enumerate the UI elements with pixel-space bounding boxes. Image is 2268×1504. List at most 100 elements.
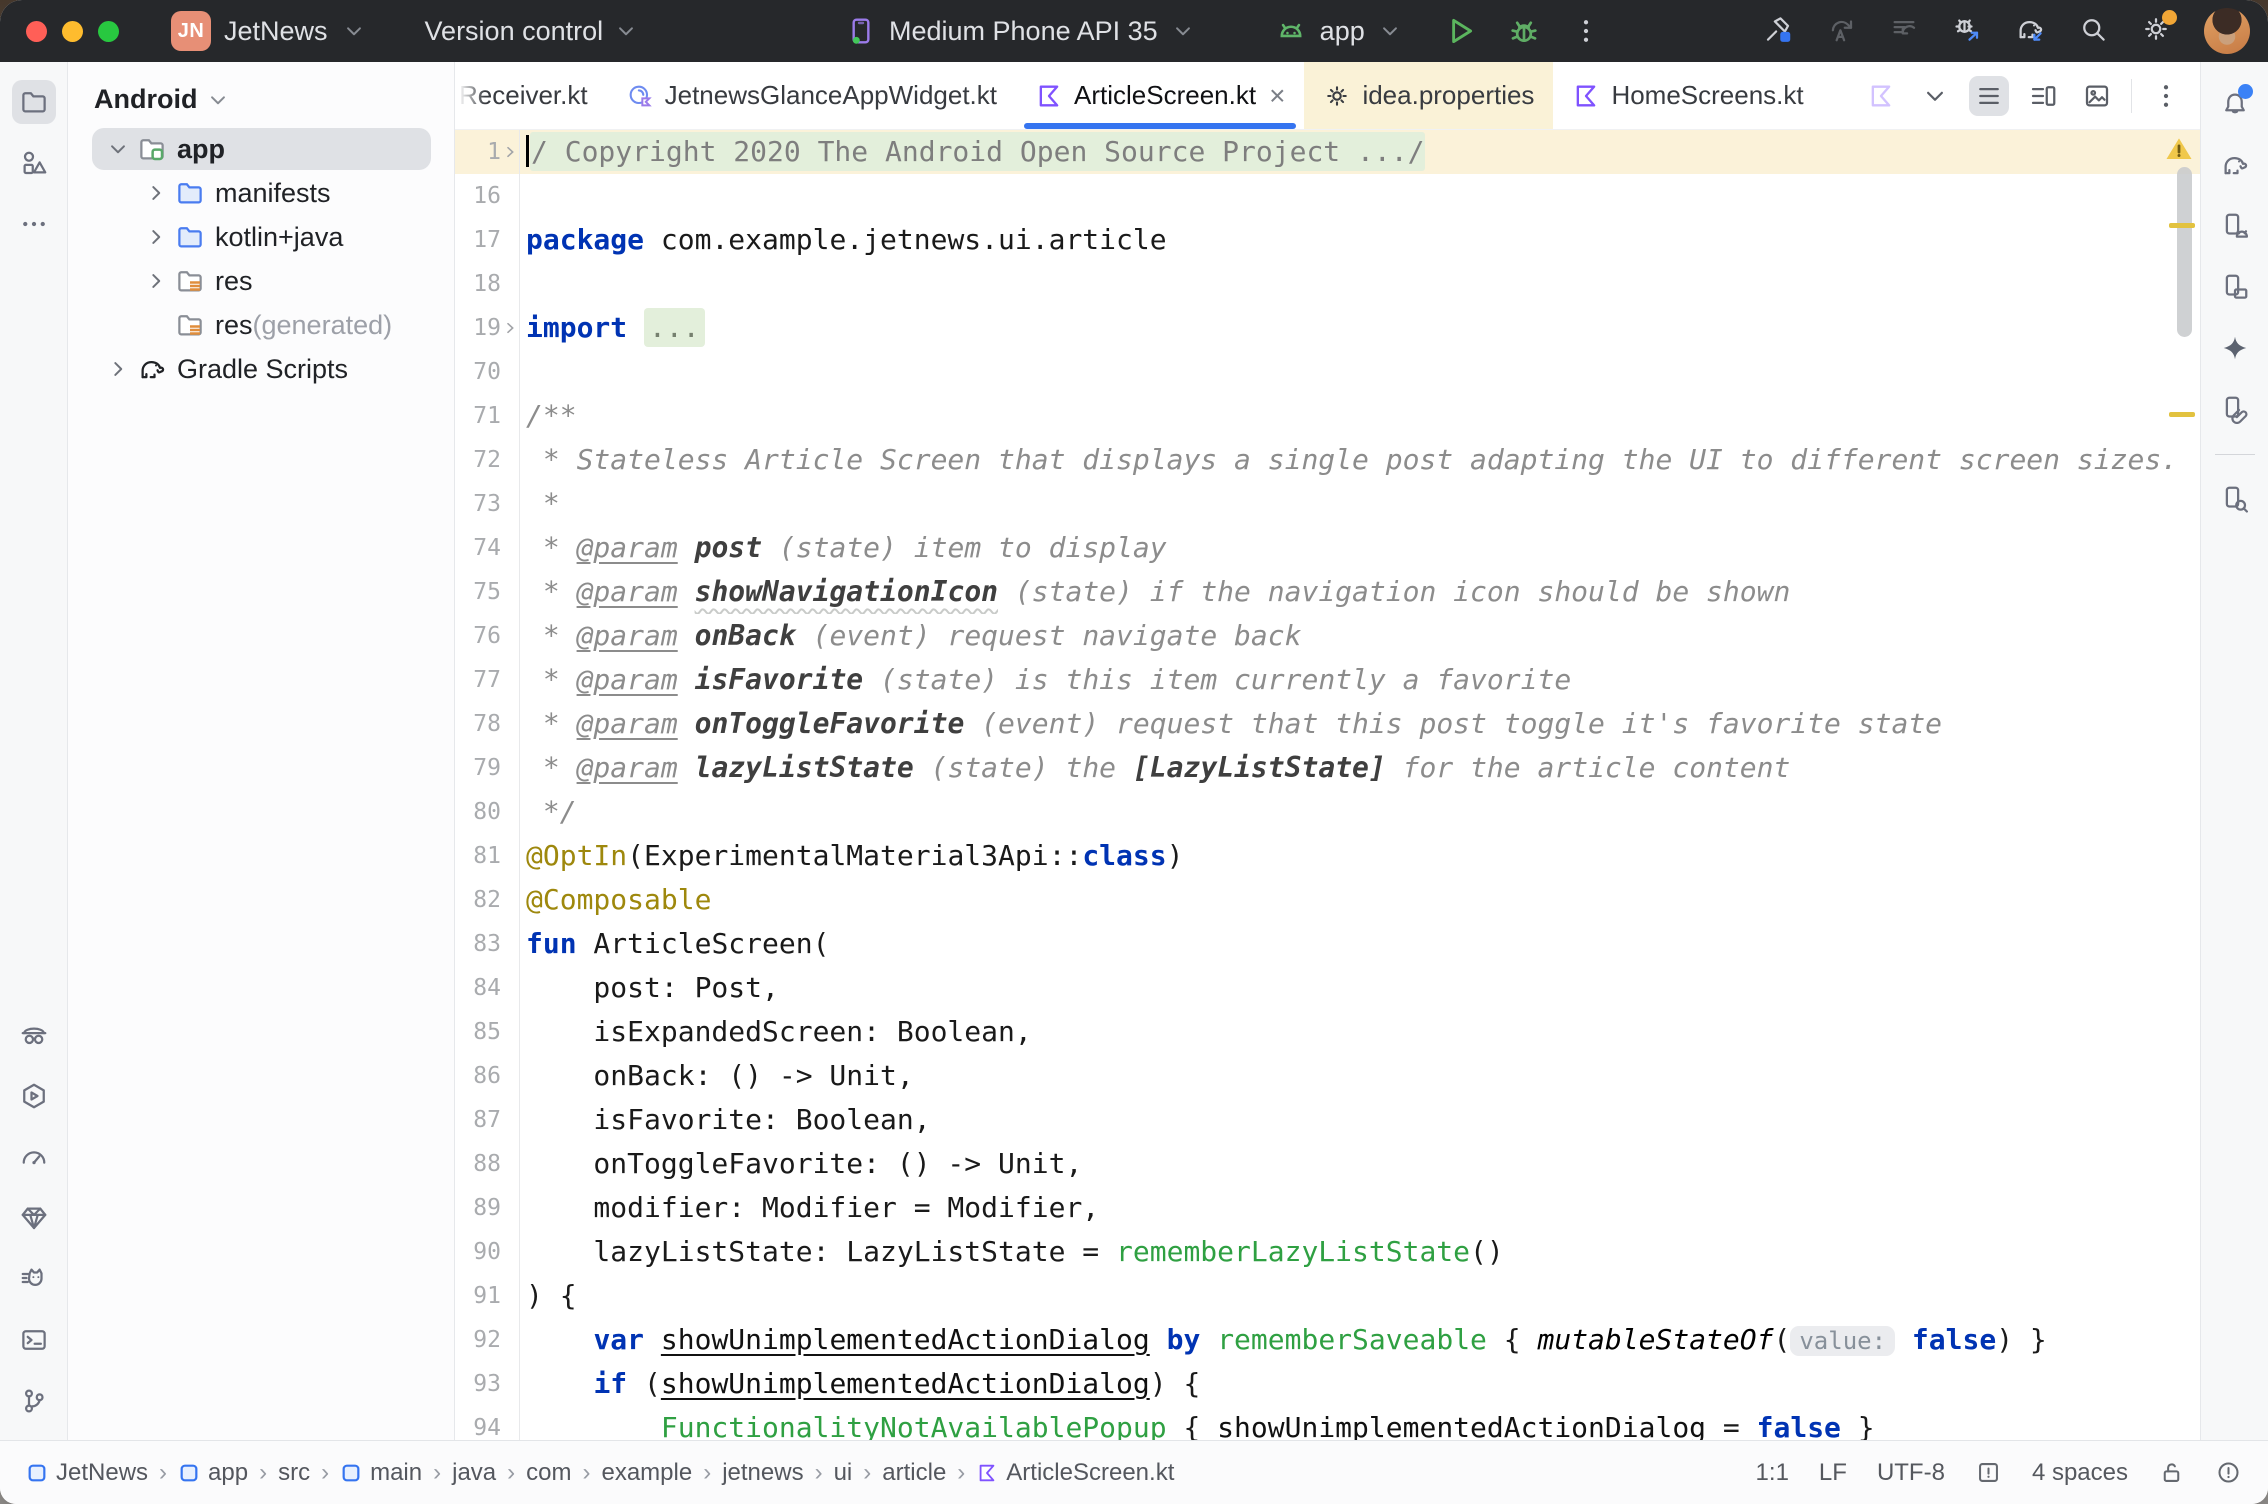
project-widget[interactable]: JN JetNews [171, 11, 367, 51]
code-line-76[interactable]: 76 * @param onBack (event) request navig… [455, 614, 2200, 658]
app-inspection-tool-button[interactable] [12, 1013, 56, 1057]
tree-item-gradle-scripts[interactable]: Gradle Scripts [68, 347, 454, 391]
error-status-widget[interactable] [2215, 1459, 2242, 1486]
settings-gear-button[interactable] [2141, 14, 2171, 49]
file-encoding-widget[interactable]: UTF-8 [1877, 1459, 1945, 1487]
tree-item-res[interactable]: res (generated) [68, 303, 454, 347]
line-number[interactable]: 92 [455, 1318, 501, 1362]
code-line-89[interactable]: 89 modifier: Modifier = Modifier, [455, 1186, 2200, 1230]
line-number[interactable]: 77 [455, 658, 501, 702]
code-line-71[interactable]: 71/** [455, 394, 2200, 438]
gradle-sync-button[interactable] [2015, 14, 2045, 49]
line-number[interactable]: 70 [455, 350, 501, 394]
chevron-right-icon[interactable] [143, 224, 169, 250]
editor-tab-articlescreen-kt[interactable]: ArticleScreen.kt× [1016, 62, 1304, 129]
breadcrumb-item-jetnews[interactable]: JetNews [26, 1459, 148, 1487]
split-view-toggle[interactable] [2023, 76, 2063, 116]
breadcrumb-item-src[interactable]: src [278, 1459, 310, 1487]
gradle-tool-button[interactable] [2213, 143, 2257, 187]
user-avatar[interactable] [2204, 8, 2250, 54]
code-editor[interactable]: 1/ Copyright 2020 The Android Open Sourc… [455, 130, 2200, 1440]
line-number[interactable]: 93 [455, 1362, 501, 1406]
notifications-bell-tool-button[interactable] [2213, 82, 2257, 126]
highlight-level-widget[interactable] [1975, 1459, 2002, 1486]
list-view-toggle[interactable] [1969, 76, 2009, 116]
running-devices-tool-button[interactable] [2213, 265, 2257, 309]
file-writable-widget[interactable] [2158, 1459, 2185, 1486]
scrollbar-warning-mark[interactable] [2169, 412, 2195, 417]
tab-options-menu[interactable] [2146, 76, 2186, 116]
chevron-right-icon[interactable] [143, 180, 169, 206]
indent-style-widget[interactable]: 4 spaces [2032, 1459, 2128, 1487]
code-line-78[interactable]: 78 * @param onToggleFavorite (event) req… [455, 702, 2200, 746]
code-line-86[interactable]: 86 onBack: () -> Unit, [455, 1054, 2200, 1098]
chevron-right-icon[interactable] [105, 356, 131, 382]
code-line-85[interactable]: 85 isExpandedScreen: Boolean, [455, 1010, 2200, 1054]
profiler-tool-button[interactable] [12, 1074, 56, 1118]
scrollbar-warning-mark[interactable] [2169, 223, 2195, 228]
device-manager-tool-button[interactable] [2213, 204, 2257, 248]
rerun-actions-button[interactable] [1826, 14, 1856, 49]
line-number[interactable]: 73 [455, 482, 501, 526]
line-number[interactable]: 18 [455, 262, 501, 306]
chevron-right-icon[interactable] [143, 268, 169, 294]
run-configuration[interactable]: app [1274, 14, 1403, 48]
code-line-92[interactable]: 92 var showUnimplementedActionDialog by … [455, 1318, 2200, 1362]
editor-tab-receiver-kt[interactable]: Receiver.kt [455, 62, 607, 129]
breadcrumb-item-com[interactable]: com [526, 1459, 571, 1487]
breadcrumb-item-article[interactable]: article [882, 1459, 946, 1487]
line-number[interactable]: 88 [455, 1142, 501, 1186]
chevron-down-icon[interactable] [105, 136, 131, 162]
code-line-80[interactable]: 80 */ [455, 790, 2200, 834]
project-folder-tool-button[interactable] [12, 80, 56, 124]
code-line-17[interactable]: 17package com.example.jetnews.ui.article [455, 218, 2200, 262]
build-hammer-button[interactable] [1763, 14, 1793, 49]
code-line-82[interactable]: 82@Composable [455, 878, 2200, 922]
line-number[interactable]: 80 [455, 790, 501, 834]
line-number[interactable]: 81 [455, 834, 501, 878]
line-number[interactable]: 83 [455, 922, 501, 966]
line-number[interactable]: 84 [455, 966, 501, 1010]
line-number[interactable]: 71 [455, 394, 501, 438]
preview-toggle[interactable] [2077, 76, 2117, 116]
line-number[interactable]: 90 [455, 1230, 501, 1274]
fold-chevron-icon[interactable] [501, 130, 519, 174]
code-line-87[interactable]: 87 isFavorite: Boolean, [455, 1098, 2200, 1142]
line-number[interactable]: 1 [455, 130, 501, 174]
code-line-91[interactable]: 91) { [455, 1274, 2200, 1318]
code-line-88[interactable]: 88 onToggleFavorite: () -> Unit, [455, 1142, 2200, 1186]
breadcrumb-item-ui[interactable]: ui [834, 1459, 853, 1487]
code-line-73[interactable]: 73 * [455, 482, 2200, 526]
resource-manager-tool-button[interactable] [12, 141, 56, 185]
code-line-84[interactable]: 84 post: Post, [455, 966, 2200, 1010]
inspection-warning-icon[interactable] [2163, 134, 2195, 164]
line-separator-widget[interactable]: LF [1819, 1459, 1847, 1487]
device-mirroring-tool-button[interactable] [2213, 387, 2257, 431]
recent-actions-button[interactable] [1889, 14, 1919, 49]
line-number[interactable]: 75 [455, 570, 501, 614]
line-number[interactable]: 82 [455, 878, 501, 922]
fold-chevron-icon[interactable] [501, 306, 519, 350]
editor-tab-jetnewsglanceappwidget-kt[interactable]: JetnewsGlanceAppWidget.kt [607, 62, 1016, 129]
close-tab-icon[interactable]: × [1269, 82, 1285, 110]
attach-debugger-button[interactable] [1952, 14, 1982, 49]
benchmark-tool-button[interactable] [12, 1135, 56, 1179]
zoom-window-button[interactable] [98, 21, 119, 42]
line-number[interactable]: 89 [455, 1186, 501, 1230]
breadcrumb-item-java[interactable]: java [452, 1459, 496, 1487]
code-line-83[interactable]: 83fun ArticleScreen( [455, 922, 2200, 966]
line-number[interactable]: 94 [455, 1406, 501, 1440]
editor-tab-idea-properties[interactable]: idea.properties [1304, 62, 1553, 129]
code-line-18[interactable]: 18 [455, 262, 2200, 306]
logcat-tool-button[interactable] [12, 1257, 56, 1301]
caret-position-widget[interactable]: 1:1 [1756, 1459, 1789, 1487]
line-number[interactable]: 85 [455, 1010, 501, 1054]
gemini-sparkle-tool-button[interactable] [2213, 326, 2257, 370]
tab-list-dropdown[interactable] [1915, 76, 1955, 116]
tree-item-res[interactable]: res [68, 259, 454, 303]
code-line-90[interactable]: 90 lazyListState: LazyListState = rememb… [455, 1230, 2200, 1274]
breadcrumb-item-main[interactable]: main [340, 1459, 422, 1487]
line-number[interactable]: 76 [455, 614, 501, 658]
line-number[interactable]: 17 [455, 218, 501, 262]
tree-item-kotlin-java[interactable]: kotlin+java [68, 215, 454, 259]
